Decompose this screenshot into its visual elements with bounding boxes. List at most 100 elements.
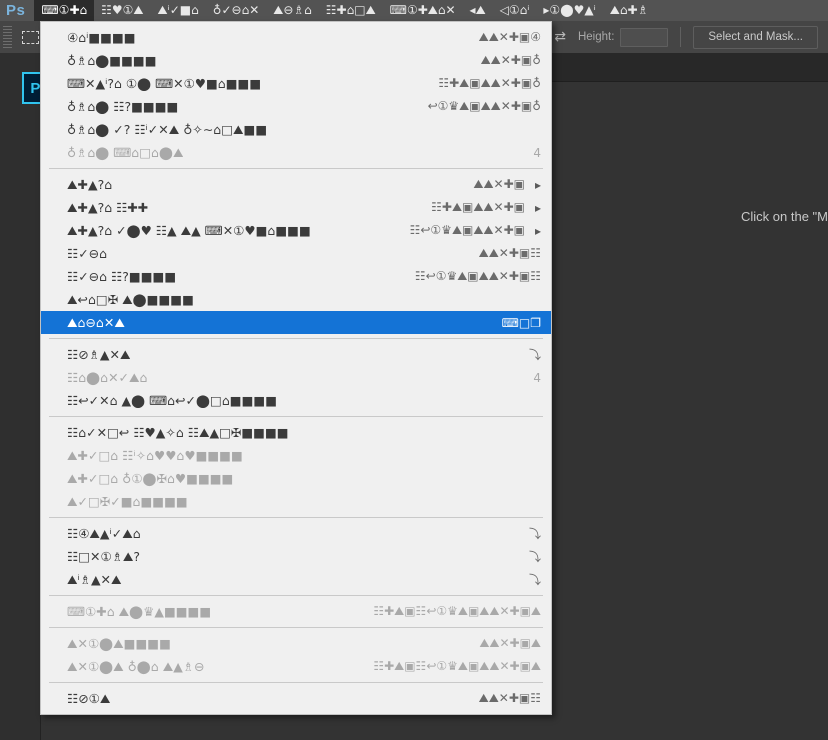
menu-item-shortcut: ⛰⛰✕✚▣: [473, 177, 525, 191]
menubar-item-label: ⌨①✚⌂: [41, 3, 88, 17]
menu-item[interactable]: ☷⊘♗▲✕⛰ ⤵: [41, 343, 551, 366]
menu-item[interactable]: ④⌂ⁱ■■■■ ⛰⛰✕✚▣④: [41, 26, 551, 49]
menubar-item-label: ◂⛰: [469, 3, 486, 17]
menubar-item-label: ◁①⌂ⁱ: [499, 3, 530, 17]
menu-item-shortcut: ⛰⛰✕✚▣☷: [478, 246, 541, 260]
menu-item[interactable]: ♁♗⌂⬤ ✓? ☷ⁱ✓✕⛰ ♁✧∼⌂□⛰■■: [41, 118, 551, 141]
chevron-right-icon: ▸: [534, 177, 541, 192]
swap-dimensions-icon[interactable]: ⇄: [554, 29, 566, 45]
menubar-item-label: ⛰ⁱ✓■⌂: [157, 3, 199, 17]
menu-group: ☷⊘①⛰ ⛰⛰✕✚▣☷: [41, 687, 551, 710]
options-divider: [680, 27, 682, 47]
menu-item-shortcut: ☷↩①♛⛰▣⛰⛰✕✚▣☷: [414, 269, 541, 283]
menu-item[interactable]: ☷⌂✓✕□↩ ☷♥▲✧⌂ ☷⛰▲□✠■■■■: [41, 421, 551, 444]
menu-item-shortcut: 4: [533, 370, 541, 385]
menu-item[interactable]: ☷✓⊖⌂ ⛰⛰✕✚▣☷: [41, 242, 551, 265]
menu-item-label: ⛰✚▲?⌂: [67, 176, 113, 192]
menu-item-label: ☷⊘①⛰: [67, 690, 111, 706]
menubar-item-0[interactable]: ⌨①✚⌂: [34, 0, 95, 21]
menubar-item-9[interactable]: ▸①⬤♥▲ⁱ: [536, 0, 602, 21]
menu-item-shortcut: ⛰⛰✕✚▣☷: [478, 691, 541, 705]
menu-item-shortcut: ⤵: [528, 348, 541, 362]
menu-item-label: ☷↩✓✕⌂ ▲⬤ ⌨⌂↩✓⬤□⌂■■■■: [67, 393, 278, 408]
menu-item: ⛰✕①⬤⛰ ♁⬤⌂ ⛰▲♗⊖ ☷✚⛰▣☷↩①♛⛰▣⛰⛰✕✚▣⛰: [41, 655, 551, 678]
menu-item-label: ⛰ⁱ♗▲✕⛰: [67, 571, 122, 587]
menu-group: ⛰✚▲?⌂ ⛰⛰✕✚▣ ▸ ⛰✚▲?⌂ ☷✚✚ ☷✚⛰▣⛰⛰✕✚▣ ▸ ⛰✚▲?⌂ ✓⬤♥ …: [41, 173, 551, 334]
menu-item-label: ♁♗⌂⬤ ✓? ☷ⁱ✓✕⛰ ♁✧∼⌂□⛰■■: [67, 121, 268, 137]
menu-item-label: ④⌂ⁱ■■■■: [67, 30, 136, 45]
menu-item[interactable]: ♁♗⌂⬤■■■■ ⛰⛰✕✚▣♁: [41, 49, 551, 72]
menu-item-shortcut: 4: [533, 145, 541, 160]
menubar-item-label: ⛰⌂✚♗: [609, 3, 649, 17]
menubar-item-3[interactable]: ♁✓⊖⌂✕: [206, 0, 267, 21]
menu-item-label: ⛰✚▲?⌂ ☷✚✚: [67, 199, 149, 215]
menu-item-shortcut: ☷✚⛰▣☷↩①♛⛰▣⛰⛰✕✚▣⛰: [373, 659, 541, 673]
menu-group: ④⌂ⁱ■■■■ ⛰⛰✕✚▣④ ♁♗⌂⬤■■■■ ⛰⛰✕✚▣♁ ⌨✕▲ⁱ?⌂ ①⬤ ⌨✕①…: [41, 26, 551, 164]
menu-item[interactable]: ☷⊘①⛰ ⛰⛰✕✚▣☷: [41, 687, 551, 710]
menu-item: ⛰✓□✠✓■⌂■■■■: [41, 490, 551, 513]
menubar-item-2[interactable]: ⛰ⁱ✓■⌂: [150, 0, 205, 21]
menu-separator: [49, 627, 543, 628]
menu-item: ⛰✕①⬤⛰■■■■ ⛰⛰✕✚▣⛰: [41, 632, 551, 655]
menu-item[interactable]: ⛰✚▲?⌂ ☷✚✚ ☷✚⛰▣⛰⛰✕✚▣ ▸: [41, 196, 551, 219]
menu-item-label: ⌨✕▲ⁱ?⌂ ①⬤ ⌨✕①♥■⌂■■■: [67, 76, 262, 91]
menu-separator: [49, 517, 543, 518]
menu-item-label: ☷④⛰▲ⁱ✓⛰⌂: [67, 525, 141, 541]
menu-item[interactable]: ☷✓⊖⌂ ☷?■■■■ ☷↩①♛⛰▣⛰⛰✕✚▣☷: [41, 265, 551, 288]
menu-item[interactable]: ⛰✚▲?⌂ ✓⬤♥ ☷▲ ⛰▲ ⌨✕①♥■⌂■■■ ☷↩①♛⛰▣⛰⛰✕✚▣ ▸: [41, 219, 551, 242]
menu-item-label: ☷⌂⬤⌂✕✓⛰⌂: [67, 369, 148, 385]
rectangular-marquee-icon[interactable]: [19, 26, 41, 48]
select-and-mask-button[interactable]: Select and Mask...: [693, 25, 818, 49]
menu-item[interactable]: ☷□✕①♗⛰? ⤵: [41, 545, 551, 568]
menu-item-label: ☷✓⊖⌂: [67, 246, 108, 261]
menu-separator: [49, 595, 543, 596]
menu-item-label: ♁♗⌂⬤ ☷?■■■■: [67, 99, 179, 114]
menu-item-label: ♁♗⌂⬤■■■■: [67, 53, 157, 68]
height-input[interactable]: [620, 27, 669, 47]
menu-item-shortcut: ⛰⛰✕✚▣④: [478, 30, 541, 44]
menu-group: ☷⊘♗▲✕⛰ ⤵ ☷⌂⬤⌂✕✓⛰⌂ 4 ☷↩✓✕⌂ ▲⬤ ⌨⌂↩✓⬤□⌂■■■■: [41, 343, 551, 412]
menu-item-label: ♁♗⌂⬤ ⌨⌂□⌂⬤⛰: [67, 144, 184, 160]
menu-item[interactable]: ♁♗⌂⬤ ☷?■■■■ ↩①♛⛰▣⛰⛰✕✚▣♁: [41, 95, 551, 118]
menu-item-shortcut: ☷✚⛰▣⛰⛰✕✚▣♁: [438, 76, 541, 90]
menu-item-shortcut: ⛰⛰✕✚▣♁: [480, 53, 541, 67]
menubar-item-10[interactable]: ⛰⌂✚♗: [603, 0, 656, 21]
menu-item[interactable]: ⛰⌂⊖⌂✕⛰ ⌨□❐: [41, 311, 551, 334]
chevron-right-icon: ▸: [534, 223, 541, 238]
menu-item: ☷⌂⬤⌂✕✓⛰⌂ 4: [41, 366, 551, 389]
menubar-item-4[interactable]: ⛰⊖♗⌂: [266, 0, 319, 21]
menu-item-label: ⛰✓□✠✓■⌂■■■■: [67, 493, 188, 509]
menu-item[interactable]: ⛰✚▲?⌂ ⛰⛰✕✚▣ ▸: [41, 173, 551, 196]
drag-grip-icon[interactable]: [3, 26, 12, 48]
menu-item-shortcut: ↩①♛⛰▣⛰⛰✕✚▣♁: [427, 99, 541, 113]
menubar-item-7[interactable]: ◂⛰: [463, 0, 493, 21]
menubar-item-1[interactable]: ☷♥①⛰: [94, 0, 150, 21]
menu-item[interactable]: ☷↩✓✕⌂ ▲⬤ ⌨⌂↩✓⬤□⌂■■■■: [41, 389, 551, 412]
menu-item[interactable]: ⛰ⁱ♗▲✕⛰ ⤵: [41, 568, 551, 591]
menu-item-shortcut: ⤵: [528, 550, 541, 564]
dropdown-menu: ④⌂ⁱ■■■■ ⛰⛰✕✚▣④ ♁♗⌂⬤■■■■ ⛰⛰✕✚▣♁ ⌨✕▲ⁱ?⌂ ①⬤ ⌨✕①…: [40, 21, 552, 715]
menubar-item-label: ☷♥①⛰: [101, 3, 144, 17]
menu-item-label: ⛰✕①⬤⛰ ♁⬤⌂ ⛰▲♗⊖: [67, 658, 205, 674]
menu-item-label: ⛰✚✓□⌂ ☷ⁱ✧⌂♥♥⌂♥■■■■: [67, 447, 243, 463]
menubar-item-8[interactable]: ◁①⌂ⁱ: [493, 0, 537, 21]
menu-item-label: ☷⊘♗▲✕⛰: [67, 346, 131, 362]
photoshop-wordmark: Ps: [6, 2, 26, 19]
menubar-item-6[interactable]: ⌨①✚⛰⌂✕: [383, 0, 463, 21]
menubar-item-5[interactable]: ☷✚⌂□⛰: [319, 0, 383, 21]
menu-item-shortcut: ⌨□❐: [501, 315, 541, 330]
menu-item-label: ⛰✚✓□⌂ ♁①⬤✠⌂♥■■■■: [67, 470, 234, 486]
menu-item[interactable]: ⛰↩⌂□✠ ⛰⬤■■■■: [41, 288, 551, 311]
menu-item[interactable]: ☷④⛰▲ⁱ✓⛰⌂ ⤵: [41, 522, 551, 545]
menu-item-label: ⛰✚▲?⌂ ✓⬤♥ ☷▲ ⛰▲ ⌨✕①♥■⌂■■■: [67, 222, 311, 238]
menu-item-label: ☷□✕①♗⛰?: [67, 548, 141, 564]
menu-item[interactable]: ⌨✕▲ⁱ?⌂ ①⬤ ⌨✕①♥■⌂■■■ ☷✚⛰▣⛰⛰✕✚▣♁: [41, 72, 551, 95]
chevron-right-icon: ▸: [534, 200, 541, 215]
menu-item-label: ☷✓⊖⌂ ☷?■■■■: [67, 269, 177, 284]
menu-item-label: ⛰⌂⊖⌂✕⛰: [67, 314, 125, 330]
menubar-item-label: ⛰⊖♗⌂: [273, 3, 312, 17]
menu-item-label: ☷⌂✓✕□↩ ☷♥▲✧⌂ ☷⛰▲□✠■■■■: [67, 424, 289, 440]
menubar-item-label: ♁✓⊖⌂✕: [212, 3, 260, 17]
menu-separator: [49, 682, 543, 683]
menu-group: ⛰✕①⬤⛰■■■■ ⛰⛰✕✚▣⛰ ⛰✕①⬤⛰ ♁⬤⌂ ⛰▲♗⊖ ☷✚⛰▣☷↩①♛⛰▣⛰…: [41, 632, 551, 678]
